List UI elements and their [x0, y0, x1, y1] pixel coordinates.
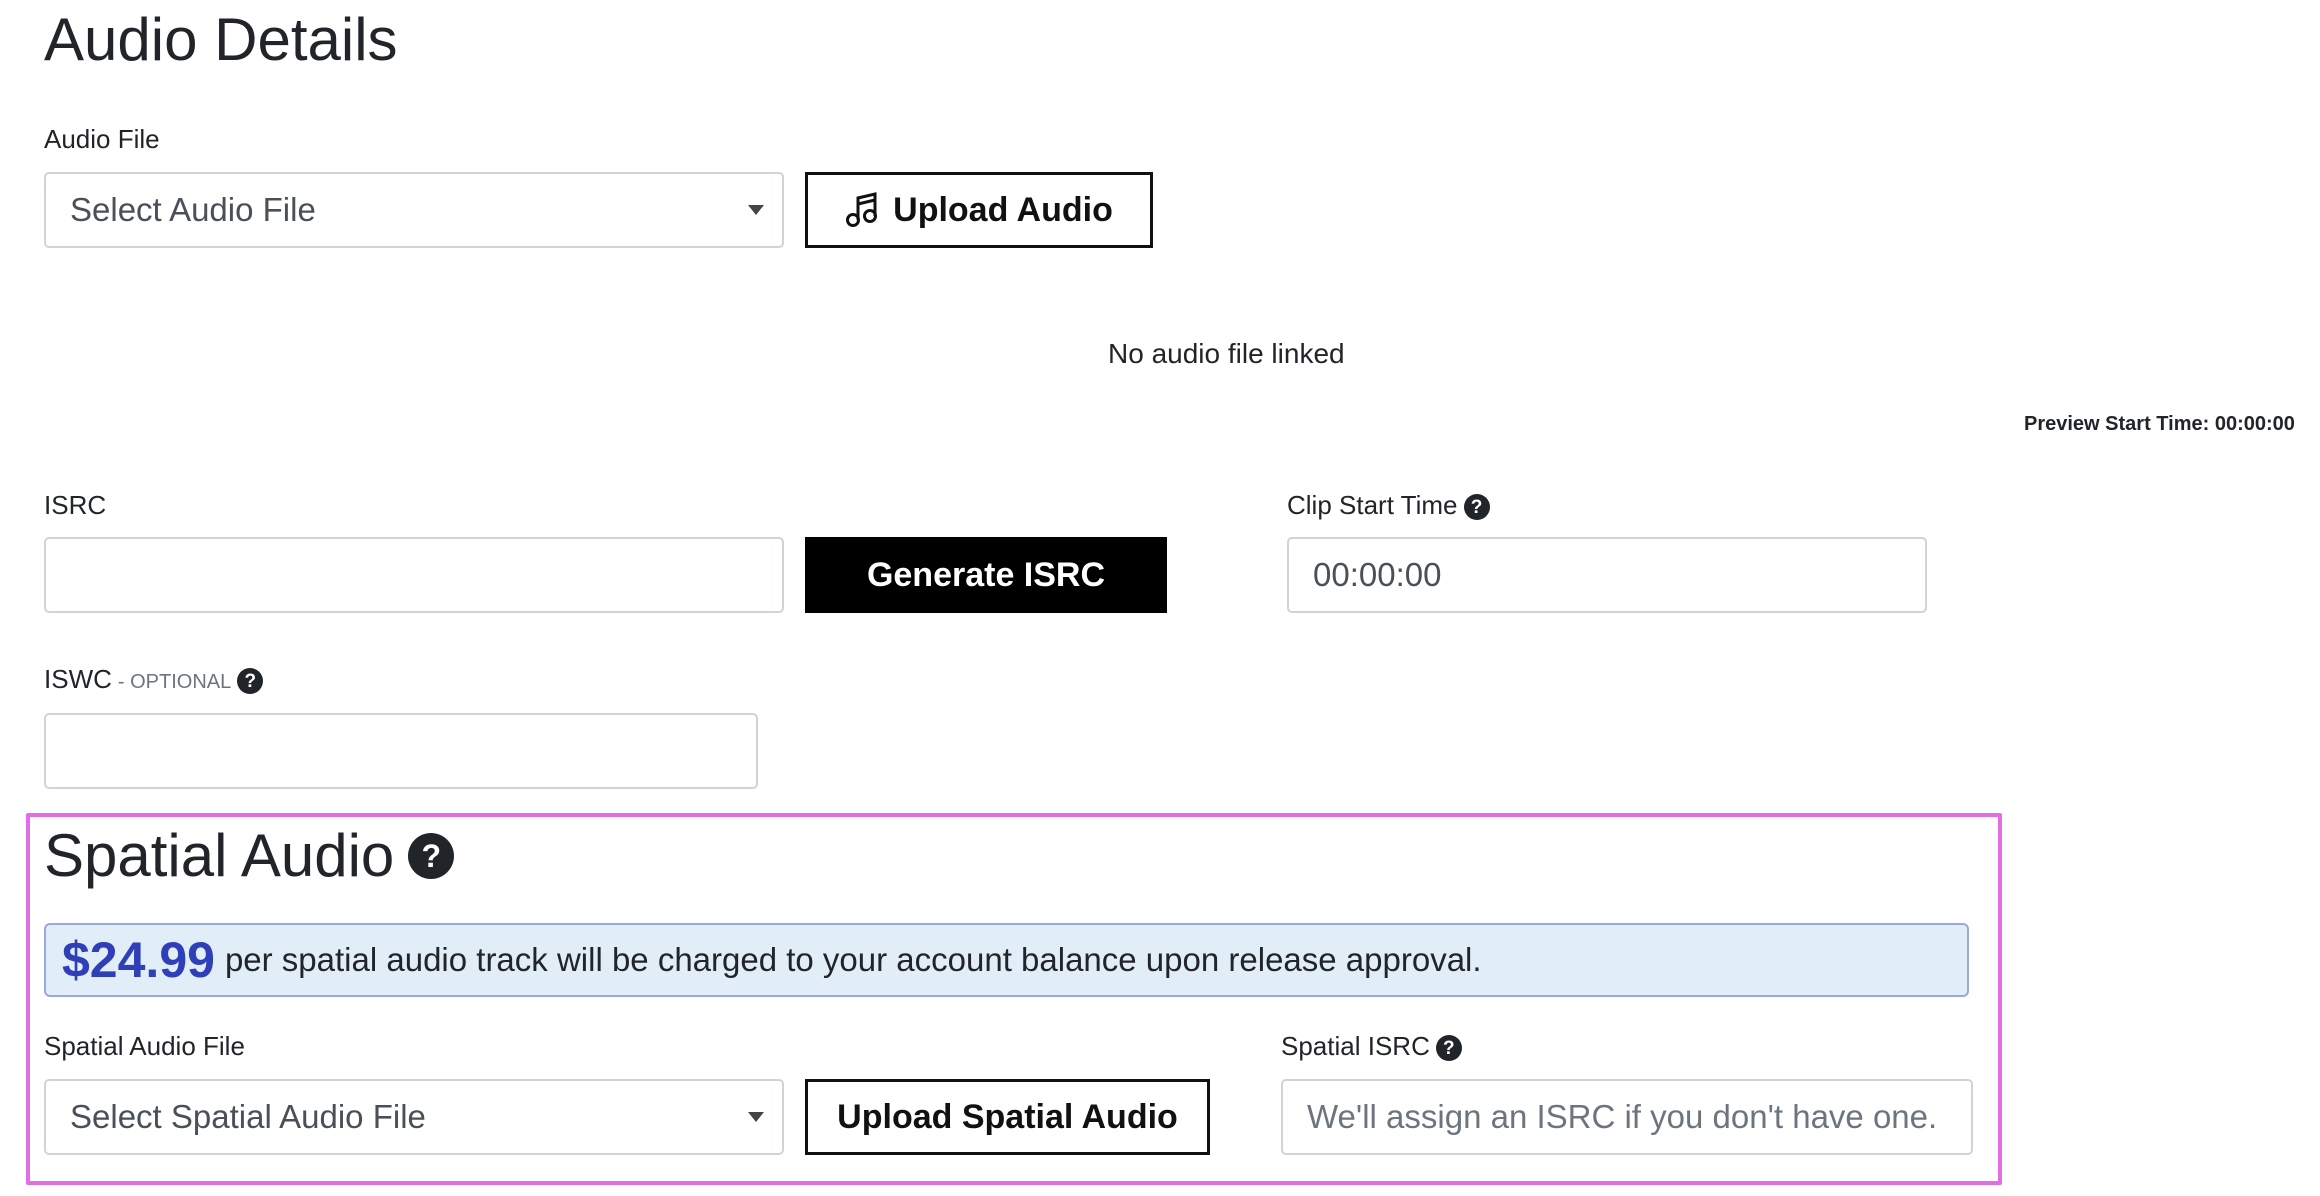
- spatial-audio-title: Spatial Audio?: [44, 822, 455, 889]
- spatial-file-select[interactable]: Select Spatial Audio File: [44, 1079, 784, 1155]
- question-circle-icon[interactable]: ?: [237, 668, 264, 695]
- isrc-label: ISRC: [44, 490, 107, 520]
- upload-audio-button[interactable]: Upload Audio: [805, 172, 1153, 248]
- clip-start-input[interactable]: [1287, 537, 1927, 613]
- spatial-charge-alert: $24.99 per spatial audio track will be c…: [44, 923, 1969, 997]
- spatial-isrc-input[interactable]: [1281, 1079, 1973, 1155]
- iswc-optional-tag: - OPTIONAL: [117, 671, 232, 693]
- spatial-isrc-label-text: Spatial ISRC: [1281, 1031, 1430, 1061]
- spatial-charge-text: per spatial audio track will be charged …: [224, 941, 1482, 978]
- audio-file-select-value: Select Audio File: [70, 191, 316, 228]
- audio-file-label: Audio File: [44, 124, 160, 154]
- iswc-label: ISWC - OPTIONAL?: [44, 664, 264, 695]
- spatial-file-label: Spatial Audio File: [44, 1031, 245, 1061]
- iswc-label-text: ISWC: [44, 664, 112, 694]
- music-note-icon: [845, 192, 879, 228]
- preview-start-time: Preview Start Time: 00:00:00: [2024, 413, 2295, 435]
- caret-down-icon: [748, 1112, 764, 1122]
- isrc-input[interactable]: [44, 537, 784, 613]
- upload-spatial-audio-label: Upload Spatial Audio: [837, 1097, 1178, 1136]
- generate-isrc-button[interactable]: Generate ISRC: [805, 537, 1167, 613]
- audio-file-select[interactable]: Select Audio File: [44, 172, 784, 248]
- question-circle-icon[interactable]: ?: [408, 833, 455, 879]
- generate-isrc-label: Generate ISRC: [866, 555, 1106, 594]
- iswc-input[interactable]: [44, 713, 758, 789]
- upload-spatial-audio-button[interactable]: Upload Spatial Audio: [805, 1079, 1210, 1155]
- spatial-price: $24.99: [62, 932, 215, 988]
- spatial-isrc-label: Spatial ISRC?: [1281, 1031, 1462, 1062]
- spatial-audio-title-text: Spatial Audio: [44, 822, 395, 889]
- question-circle-icon[interactable]: ?: [1463, 494, 1490, 521]
- upload-audio-label: Upload Audio: [893, 190, 1113, 229]
- page-title: Audio Details: [44, 6, 398, 73]
- caret-down-icon: [748, 205, 764, 215]
- no-audio-status: No audio file linked: [1108, 338, 1345, 369]
- clip-start-label: Clip Start Time?: [1287, 490, 1490, 521]
- spatial-file-select-value: Select Spatial Audio File: [70, 1098, 426, 1135]
- question-circle-icon[interactable]: ?: [1435, 1035, 1462, 1062]
- clip-start-label-text: Clip Start Time: [1287, 490, 1458, 520]
